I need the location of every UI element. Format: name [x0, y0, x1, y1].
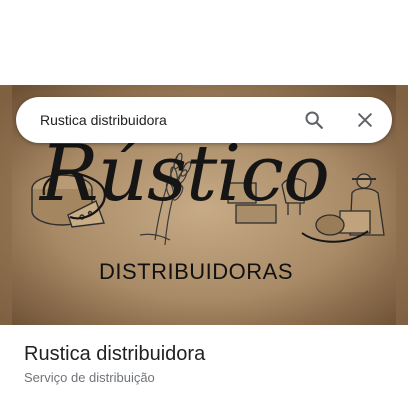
- search-icon: [305, 111, 323, 129]
- place-title[interactable]: Rustica distribuidora: [24, 343, 205, 366]
- search-bar[interactable]: Rustica distribuidora: [16, 97, 392, 143]
- logo-subtitle: DISTRIBUIDORAS: [99, 259, 294, 284]
- place-card: Rústico DISTRIBUIDORAS Rustica distribui…: [0, 0, 408, 408]
- place-info: Rustica distribuidora Serviço de distrib…: [0, 325, 408, 408]
- place-category: Serviço de distribuição: [24, 370, 155, 385]
- clear-search-button[interactable]: [351, 106, 379, 134]
- search-button[interactable]: [300, 106, 328, 134]
- close-icon: [358, 113, 372, 127]
- search-input[interactable]: Rustica distribuidora: [40, 97, 167, 143]
